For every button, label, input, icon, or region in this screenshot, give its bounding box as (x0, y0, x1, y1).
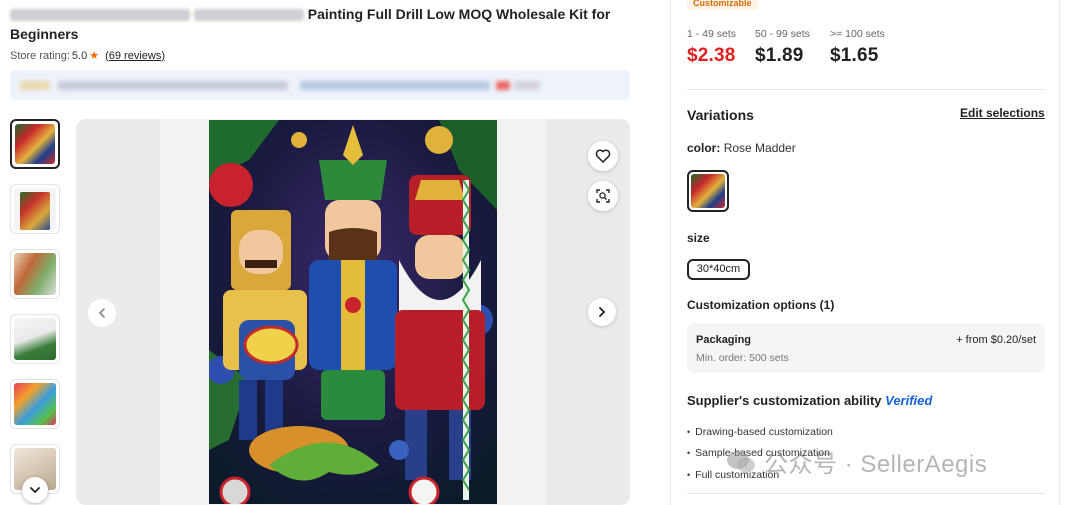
column-divider (670, 0, 671, 505)
scan-icon (596, 189, 610, 203)
favorite-button[interactable] (588, 141, 618, 171)
store-rating-value: 5.0 (71, 49, 88, 62)
heart-icon (595, 149, 611, 163)
redacted-text (10, 9, 190, 22)
variations-title: Variations (687, 107, 754, 123)
chevron-down-icon (30, 487, 40, 494)
store-rating: Store rating: 5.0 ★ (69 reviews) (10, 49, 165, 63)
price-tier-price: $2.38 (687, 45, 736, 66)
thumbnail-strip (10, 119, 62, 505)
image-search-button[interactable] (588, 181, 618, 211)
customization-title: Customization options (1) (687, 298, 835, 312)
customization-option-packaging[interactable]: Packaging Min. order: 500 sets + from $0… (687, 323, 1045, 373)
price-tier-price: $1.65 (830, 45, 879, 66)
column-divider (1059, 0, 1060, 505)
price-tier-range: >= 100 sets (830, 28, 885, 40)
previous-image-button[interactable] (88, 299, 116, 327)
promo-banner[interactable] (10, 70, 630, 100)
verified-badge: Verified (885, 393, 933, 408)
thumbnail[interactable] (10, 184, 60, 234)
main-image-viewer (76, 119, 630, 505)
edit-selections-link[interactable]: Edit selections (960, 106, 1045, 120)
color-label: color: Rose Madder (687, 141, 796, 155)
size-option[interactable]: 30*40cm (687, 259, 750, 280)
next-image-button[interactable] (588, 298, 616, 326)
product-title: Painting Full Drill Low MOQ Wholesale Ki… (10, 4, 630, 44)
color-value: Rose Madder (723, 141, 796, 155)
thumbnail[interactable] (10, 379, 60, 429)
price-tier-range: 1 - 49 sets (687, 28, 737, 40)
redacted-text (193, 9, 304, 22)
price-tier: 1 - 49 sets $2.38 (687, 28, 736, 67)
price-tier-range: 50 - 99 sets (755, 28, 810, 40)
thumbnail[interactable] (10, 314, 60, 364)
section-divider (687, 493, 1045, 494)
thumbnail[interactable] (10, 249, 60, 299)
watermark: 公众号 · SellerAegis (726, 444, 987, 479)
size-label: size (687, 231, 710, 245)
section-divider (687, 89, 1045, 90)
customizable-badge: Customizable (687, 0, 758, 10)
thumbnail[interactable] (10, 119, 60, 169)
list-item: Drawing-based customization (687, 421, 833, 443)
thumbnails-down-button[interactable] (22, 477, 48, 503)
wechat-icon (726, 450, 756, 474)
customization-ability-title: Supplier's customization ability Verifie… (687, 393, 932, 408)
star-icon: ★ (89, 50, 100, 62)
price-tier-price: $1.89 (755, 45, 804, 66)
color-swatch-rose-madder[interactable] (687, 170, 729, 212)
customization-option-price: + from $0.20/set (956, 334, 1036, 346)
color-key: color: (687, 141, 721, 155)
chevron-right-icon (599, 307, 606, 317)
store-rating-label: Store rating: (10, 49, 70, 62)
watermark-text: 公众号 · SellerAegis (764, 451, 988, 478)
product-image[interactable] (209, 120, 497, 504)
customization-ability-text: Supplier's customization ability (687, 393, 882, 408)
customization-option-min: Min. order: 500 sets (696, 352, 789, 364)
price-tier: 50 - 99 sets $1.89 (755, 28, 810, 67)
reviews-link[interactable]: (69 reviews) (105, 50, 165, 62)
customization-option-name: Packaging (696, 334, 752, 346)
price-tier: >= 100 sets $1.65 (830, 28, 885, 67)
chevron-left-icon (98, 308, 105, 318)
